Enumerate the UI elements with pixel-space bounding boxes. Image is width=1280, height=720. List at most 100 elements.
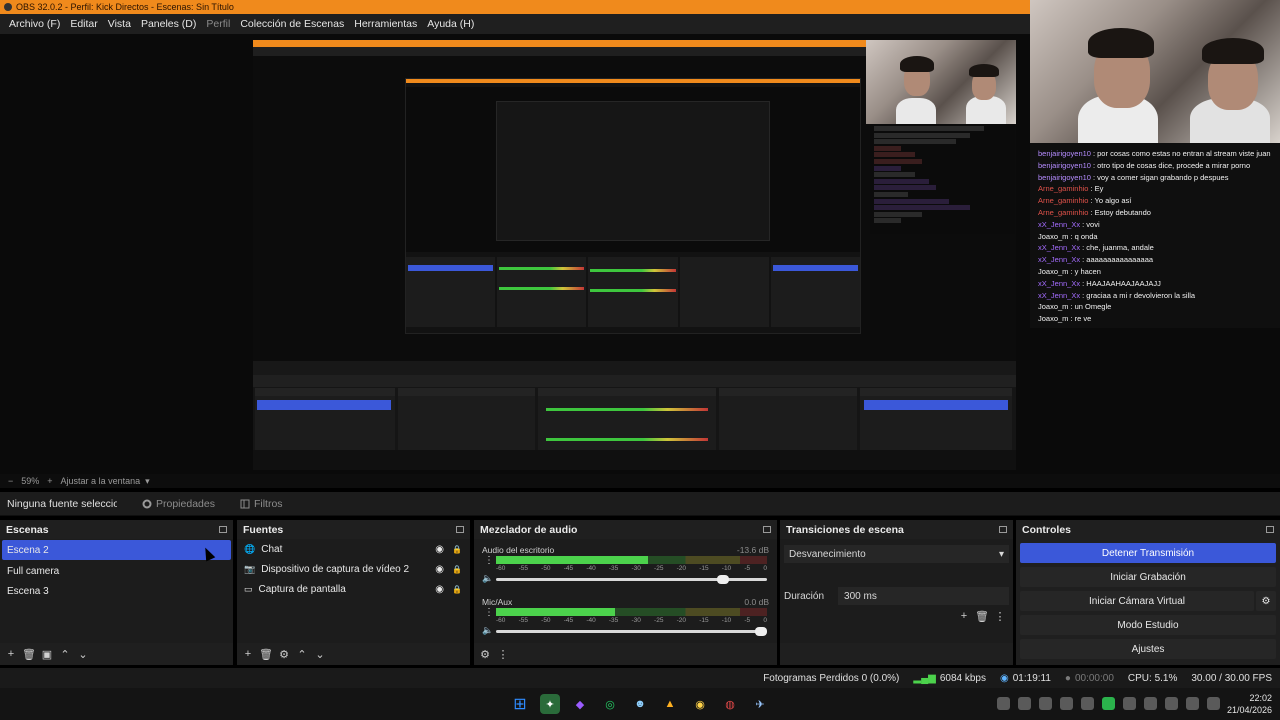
- menu-archivo[interactable]: Archivo (F): [9, 18, 60, 30]
- source-item[interactable]: 🌐 Chat ◉ 🔒: [237, 539, 470, 559]
- speaker-icon[interactable]: 🔈: [482, 625, 493, 636]
- level-meter: [496, 612, 767, 616]
- chat-text: Yo algo así: [1094, 196, 1132, 206]
- volume-knob[interactable]: [755, 627, 767, 636]
- properties-button[interactable]: Propiedades: [142, 498, 215, 510]
- source-settings-icon[interactable]: ⚙: [277, 647, 291, 661]
- menu-perfil[interactable]: Perfil: [206, 18, 230, 30]
- chat-text: voy a comer sigan grabando p despues: [1097, 172, 1229, 182]
- start-recording-button[interactable]: Iniciar Grabación: [1020, 567, 1276, 587]
- eye-icon[interactable]: ◉: [435, 584, 444, 595]
- eye-icon[interactable]: ◉: [435, 544, 444, 555]
- menu-editar[interactable]: Editar: [70, 18, 97, 30]
- captured-zoombar: [253, 361, 1016, 375]
- channel-menu-icon[interactable]: ⋮: [484, 555, 494, 566]
- move-down-icon[interactable]: ⌄: [76, 647, 90, 661]
- steam-icon[interactable]: ✈: [750, 694, 770, 714]
- tray-icon[interactable]: [1018, 697, 1031, 710]
- duration-label: Duración: [784, 590, 825, 602]
- remove-transition-icon[interactable]: 🗑: [975, 609, 989, 623]
- tray-icon[interactable]: [1186, 697, 1199, 710]
- scene-item[interactable]: Escena 3: [0, 581, 233, 601]
- source-item[interactable]: ▭ Captura de pantalla ◉ 🔒: [237, 579, 470, 599]
- virtual-camera-settings-button[interactable]: ⚙: [1256, 591, 1276, 611]
- zoom-dropdown-icon[interactable]: ▾: [145, 476, 150, 487]
- zoom-percent[interactable]: 59%: [21, 476, 39, 486]
- add-source-icon[interactable]: +: [241, 647, 255, 661]
- undock-icon[interactable]: [1266, 526, 1274, 533]
- move-up-icon[interactable]: ⌃: [58, 647, 72, 661]
- lock-icon[interactable]: 🔒: [452, 565, 462, 574]
- minecraft-icon[interactable]: ✦: [540, 694, 560, 714]
- tray-icon[interactable]: [1081, 697, 1094, 710]
- tray-icon[interactable]: [1123, 697, 1136, 710]
- remove-scene-icon[interactable]: 🗑: [22, 647, 36, 661]
- tray-icon[interactable]: [1144, 697, 1157, 710]
- audio-mixer-dock: Mezclador de audio Audio del escritorio -…: [474, 520, 777, 665]
- filter-icon: [240, 499, 250, 508]
- level-meter: [496, 560, 767, 564]
- menu-paneles[interactable]: Paneles (D): [141, 18, 196, 30]
- tick-label: -35: [608, 565, 619, 572]
- mixer-menu-icon[interactable]: ⋮: [496, 647, 510, 661]
- lock-icon[interactable]: 🔒: [452, 585, 462, 594]
- zoom-bar: − 59% + Ajustar a la ventana ▾: [0, 474, 1280, 488]
- start-virtual-camera-button[interactable]: Iniciar Cámara Virtual: [1020, 591, 1254, 611]
- move-up-icon[interactable]: ⌃: [295, 647, 309, 661]
- chrome-icon[interactable]: ◉: [690, 694, 710, 714]
- add-transition-icon[interactable]: +: [957, 609, 971, 623]
- speaker-icon[interactable]: 🔈: [482, 573, 493, 584]
- settings-button[interactable]: Ajustes: [1020, 639, 1276, 659]
- tick-label: -30: [631, 617, 641, 624]
- undock-icon[interactable]: [219, 526, 227, 533]
- undock-icon[interactable]: [763, 526, 771, 533]
- scene-item[interactable]: Escena 2: [2, 540, 231, 560]
- vlc-icon[interactable]: ▲: [660, 694, 680, 714]
- obs-taskbar-icon[interactable]: ◍: [720, 694, 740, 714]
- tray-icon[interactable]: [1039, 697, 1052, 710]
- menu-herramientas[interactable]: Herramientas: [354, 18, 417, 30]
- scene-filters-icon[interactable]: ▣: [40, 647, 54, 661]
- scene-item[interactable]: Full camera: [0, 561, 233, 581]
- add-scene-icon[interactable]: +: [4, 647, 18, 661]
- mixer-settings-icon[interactable]: ⚙: [478, 647, 492, 661]
- undock-icon[interactable]: [999, 526, 1007, 533]
- tray-icon[interactable]: [997, 697, 1010, 710]
- tray-icon[interactable]: [1060, 697, 1073, 710]
- menu-vista[interactable]: Vista: [108, 18, 131, 30]
- move-down-icon[interactable]: ⌄: [313, 647, 327, 661]
- duration-input[interactable]: 300 ms: [838, 587, 1009, 605]
- twitch-icon[interactable]: ◆: [570, 694, 590, 714]
- menu-coleccion[interactable]: Colección de Escenas: [240, 18, 344, 30]
- zoom-fit[interactable]: Ajustar a la ventana: [61, 476, 141, 486]
- source-item[interactable]: 📷 Dispositivo de captura de vídeo 2 ◉ 🔒: [237, 559, 470, 579]
- zoom-minus[interactable]: −: [8, 476, 13, 486]
- volume-slider[interactable]: [496, 575, 767, 584]
- tick-label: 0: [763, 565, 767, 572]
- system-clock[interactable]: 22:02 21/04/2026: [1217, 692, 1272, 716]
- stop-streaming-button[interactable]: Detener Transmisión: [1020, 543, 1276, 563]
- channel-name: Audio del escritorio: [482, 545, 555, 555]
- chat-text: Estoy debutando: [1094, 207, 1151, 217]
- whatsapp-icon[interactable]: ◎: [600, 694, 620, 714]
- volume-slider[interactable]: [496, 627, 767, 636]
- studio-mode-button[interactable]: Modo Estudio: [1020, 615, 1276, 635]
- discord-icon[interactable]: ☻: [630, 694, 650, 714]
- transition-select[interactable]: Desvanecimiento ▾: [784, 545, 1009, 563]
- bitrate-value: 6084 kbps: [939, 672, 986, 684]
- filters-button[interactable]: Filtros: [240, 498, 283, 510]
- chat-message: benjairigoyen10: voy a comer sigan graba…: [1038, 172, 1272, 184]
- channel-db: -13.6 dB: [736, 545, 769, 555]
- channel-menu-icon[interactable]: ⋮: [484, 607, 494, 618]
- tray-icon[interactable]: [1165, 697, 1178, 710]
- undock-icon[interactable]: [456, 526, 464, 533]
- zoom-plus[interactable]: +: [47, 476, 52, 486]
- menu-ayuda[interactable]: Ayuda (H): [427, 18, 474, 30]
- volume-knob[interactable]: [717, 575, 730, 584]
- windows-start-icon[interactable]: ⊞: [510, 694, 530, 714]
- transition-menu-icon[interactable]: ⋮: [993, 609, 1007, 623]
- eye-icon[interactable]: ◉: [435, 564, 444, 575]
- remove-source-icon[interactable]: 🗑: [259, 647, 273, 661]
- lock-icon[interactable]: 🔒: [452, 545, 462, 554]
- tray-icon[interactable]: [1102, 697, 1115, 710]
